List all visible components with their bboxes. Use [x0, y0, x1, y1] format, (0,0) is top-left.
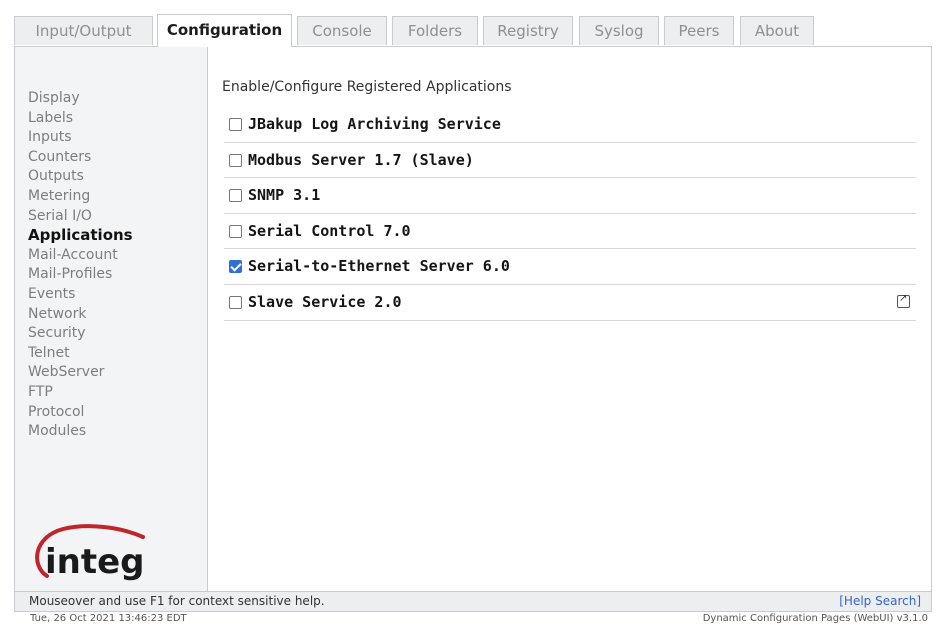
sidebar-item-display[interactable]: Display	[28, 89, 133, 109]
tab-console[interactable]: Console	[297, 16, 387, 45]
integ-logo: integ	[35, 524, 145, 581]
tab-input-output[interactable]: Input/Output	[14, 16, 153, 45]
sidebar-item-protocol[interactable]: Protocol	[28, 403, 133, 423]
list-item: Slave Service 2.0	[224, 285, 916, 321]
app-label[interactable]: Modbus Server 1.7 (Slave)	[248, 151, 474, 169]
app-checkbox[interactable]	[229, 118, 242, 131]
tab-bar: Input/Output Configuration Console Folde…	[14, 12, 932, 47]
sidebar-menu: Display Labels Inputs Counters Outputs M…	[28, 89, 133, 442]
tab-peers[interactable]: Peers	[664, 16, 734, 45]
sidebar: Display Labels Inputs Counters Outputs M…	[15, 47, 208, 591]
main-content: Enable/Configure Registered Applications…	[208, 47, 931, 591]
tab-configuration[interactable]: Configuration	[157, 14, 292, 47]
tab-syslog[interactable]: Syslog	[579, 16, 659, 45]
sidebar-item-mail-account[interactable]: Mail-Account	[28, 246, 133, 266]
list-item: SNMP 3.1	[224, 178, 916, 214]
app-checkbox[interactable]	[229, 224, 242, 238]
app-checkbox[interactable]	[229, 295, 242, 309]
sidebar-item-metering[interactable]: Metering	[28, 187, 133, 207]
sidebar-item-serial-io[interactable]: Serial I/O	[28, 207, 133, 227]
sidebar-item-applications[interactable]: Applications	[28, 226, 133, 246]
sidebar-item-labels[interactable]: Labels	[28, 109, 133, 129]
app-label[interactable]: JBakup Log Archiving Service	[248, 115, 501, 133]
tab-folders[interactable]: Folders	[392, 16, 478, 45]
footer: Tue, 26 Oct 2021 13:46:23 EDT Dynamic Co…	[14, 613, 932, 627]
app-checkbox[interactable]	[229, 153, 242, 167]
list-item: JBakup Log Archiving Service	[224, 107, 916, 143]
timestamp: Tue, 26 Oct 2021 13:46:23 EDT	[30, 613, 187, 624]
help-message: Mouseover and use F1 for context sensiti…	[29, 594, 325, 608]
sidebar-item-counters[interactable]: Counters	[28, 148, 133, 168]
sidebar-item-ftp[interactable]: FTP	[28, 383, 133, 403]
list-item: Serial Control 7.0	[224, 214, 916, 250]
version-text: Dynamic Configuration Pages (WebUI) v3.1…	[702, 613, 928, 624]
list-item: Serial-to-Ethernet Server 6.0	[224, 249, 916, 285]
sidebar-item-security[interactable]: Security	[28, 324, 133, 344]
sidebar-item-inputs[interactable]: Inputs	[28, 128, 133, 148]
sidebar-item-outputs[interactable]: Outputs	[28, 167, 133, 187]
app-checkbox[interactable]	[229, 189, 242, 203]
app-label[interactable]: Serial-to-Ethernet Server 6.0	[248, 257, 510, 275]
tab-about[interactable]: About	[740, 16, 814, 45]
sidebar-item-network[interactable]: Network	[28, 305, 133, 325]
app-checkbox-checked[interactable]	[229, 260, 242, 274]
sidebar-item-mail-profiles[interactable]: Mail-Profiles	[28, 265, 133, 285]
help-search-link[interactable]: [Help Search]	[839, 594, 921, 608]
sidebar-item-modules[interactable]: Modules	[28, 422, 133, 442]
svg-text:integ: integ	[45, 542, 145, 581]
app-frame: Input/Output Configuration Console Folde…	[14, 12, 932, 624]
sidebar-item-events[interactable]: Events	[28, 285, 133, 305]
app-label[interactable]: SNMP 3.1	[248, 186, 320, 204]
tab-registry[interactable]: Registry	[483, 16, 573, 45]
application-list: JBakup Log Archiving Service Modbus Serv…	[224, 107, 916, 321]
content-panel: Display Labels Inputs Counters Outputs M…	[14, 47, 932, 592]
external-link-icon[interactable]	[897, 293, 910, 308]
sidebar-item-webserver[interactable]: WebServer	[28, 363, 133, 383]
sidebar-item-telnet[interactable]: Telnet	[28, 344, 133, 364]
app-label[interactable]: Slave Service 2.0	[248, 293, 402, 311]
app-label[interactable]: Serial Control 7.0	[248, 222, 411, 240]
list-item: Modbus Server 1.7 (Slave)	[224, 143, 916, 179]
page-title: Enable/Configure Registered Applications	[222, 79, 512, 95]
help-bar: Mouseover and use F1 for context sensiti…	[14, 592, 932, 612]
